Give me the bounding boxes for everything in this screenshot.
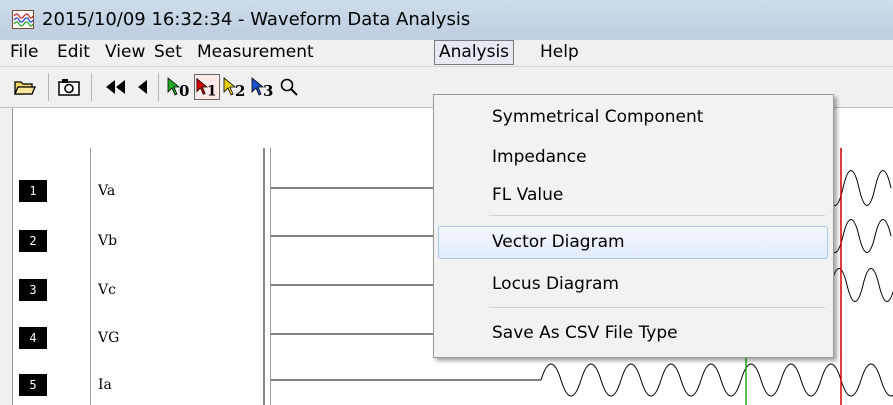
- waveform-app-icon: [12, 10, 34, 29]
- menu-file[interactable]: File: [6, 41, 42, 63]
- open-folder-icon[interactable]: [12, 74, 38, 100]
- cursor-1-label: 1: [207, 83, 217, 98]
- trace-ia: [271, 363, 893, 397]
- menu-measurement[interactable]: Measurement: [193, 41, 318, 63]
- cursor-0-label: 0: [179, 82, 189, 98]
- menu-separator: [489, 307, 825, 308]
- step-back-icon[interactable]: [132, 74, 154, 100]
- channel-number[interactable]: 2: [19, 230, 47, 252]
- toolbar-separator: [158, 73, 159, 101]
- left-margin: [0, 108, 12, 405]
- cursor-3-label: 3: [263, 82, 273, 98]
- menu-item-vector-diagram[interactable]: Vector Diagram: [492, 232, 625, 252]
- channel-name: Va: [98, 183, 116, 199]
- channel-name: Vc: [98, 282, 116, 298]
- menu-edit[interactable]: Edit: [53, 41, 94, 63]
- cursor-3-icon[interactable]: 3: [250, 74, 276, 100]
- camera-icon[interactable]: [56, 74, 82, 100]
- menu-bar: File Edit View Set Measurement Analysis …: [0, 40, 893, 67]
- channel-number[interactable]: 3: [19, 279, 47, 301]
- rewind-icon[interactable]: [100, 74, 130, 100]
- menu-analysis[interactable]: Analysis: [434, 40, 515, 65]
- menu-item-save-as-csv[interactable]: Save As CSV File Type: [492, 323, 678, 343]
- menu-view[interactable]: View: [101, 41, 149, 63]
- menu-help[interactable]: Help: [536, 41, 583, 63]
- channel-name: Vb: [98, 233, 118, 249]
- menu-separator: [489, 215, 825, 216]
- toolbar-separator: [48, 73, 49, 101]
- menu-item-locus-diagram[interactable]: Locus Diagram: [492, 274, 619, 294]
- menu-item-symmetrical-component[interactable]: Symmetrical Component: [492, 107, 703, 127]
- window-title: 2015/10/09 16:32:34 - Waveform Data Anal…: [42, 9, 471, 30]
- channel-number[interactable]: 1: [19, 180, 47, 202]
- analysis-dropdown-menu: Symmetrical Component Impedance FL Value…: [433, 94, 834, 358]
- title-bar: 2015/10/09 16:32:34 - Waveform Data Anal…: [0, 0, 893, 40]
- menu-set[interactable]: Set: [150, 41, 186, 63]
- menu-item-fl-value[interactable]: FL Value: [492, 185, 563, 205]
- cursor-0-icon[interactable]: 0: [166, 74, 192, 100]
- channel-name-column: [90, 148, 265, 405]
- channel-name: VG: [98, 330, 120, 346]
- menu-item-impedance[interactable]: Impedance: [492, 147, 587, 167]
- channel-number[interactable]: 4: [19, 327, 47, 349]
- cursor-2-icon[interactable]: 2: [222, 74, 248, 100]
- cursor-1-icon[interactable]: 1: [194, 74, 220, 100]
- channel-name: Ia: [98, 377, 112, 393]
- toolbar-separator: [91, 73, 92, 101]
- channel-number[interactable]: 5: [19, 374, 47, 396]
- cursor-2-label: 2: [235, 82, 245, 98]
- magnify-icon[interactable]: [278, 74, 300, 100]
